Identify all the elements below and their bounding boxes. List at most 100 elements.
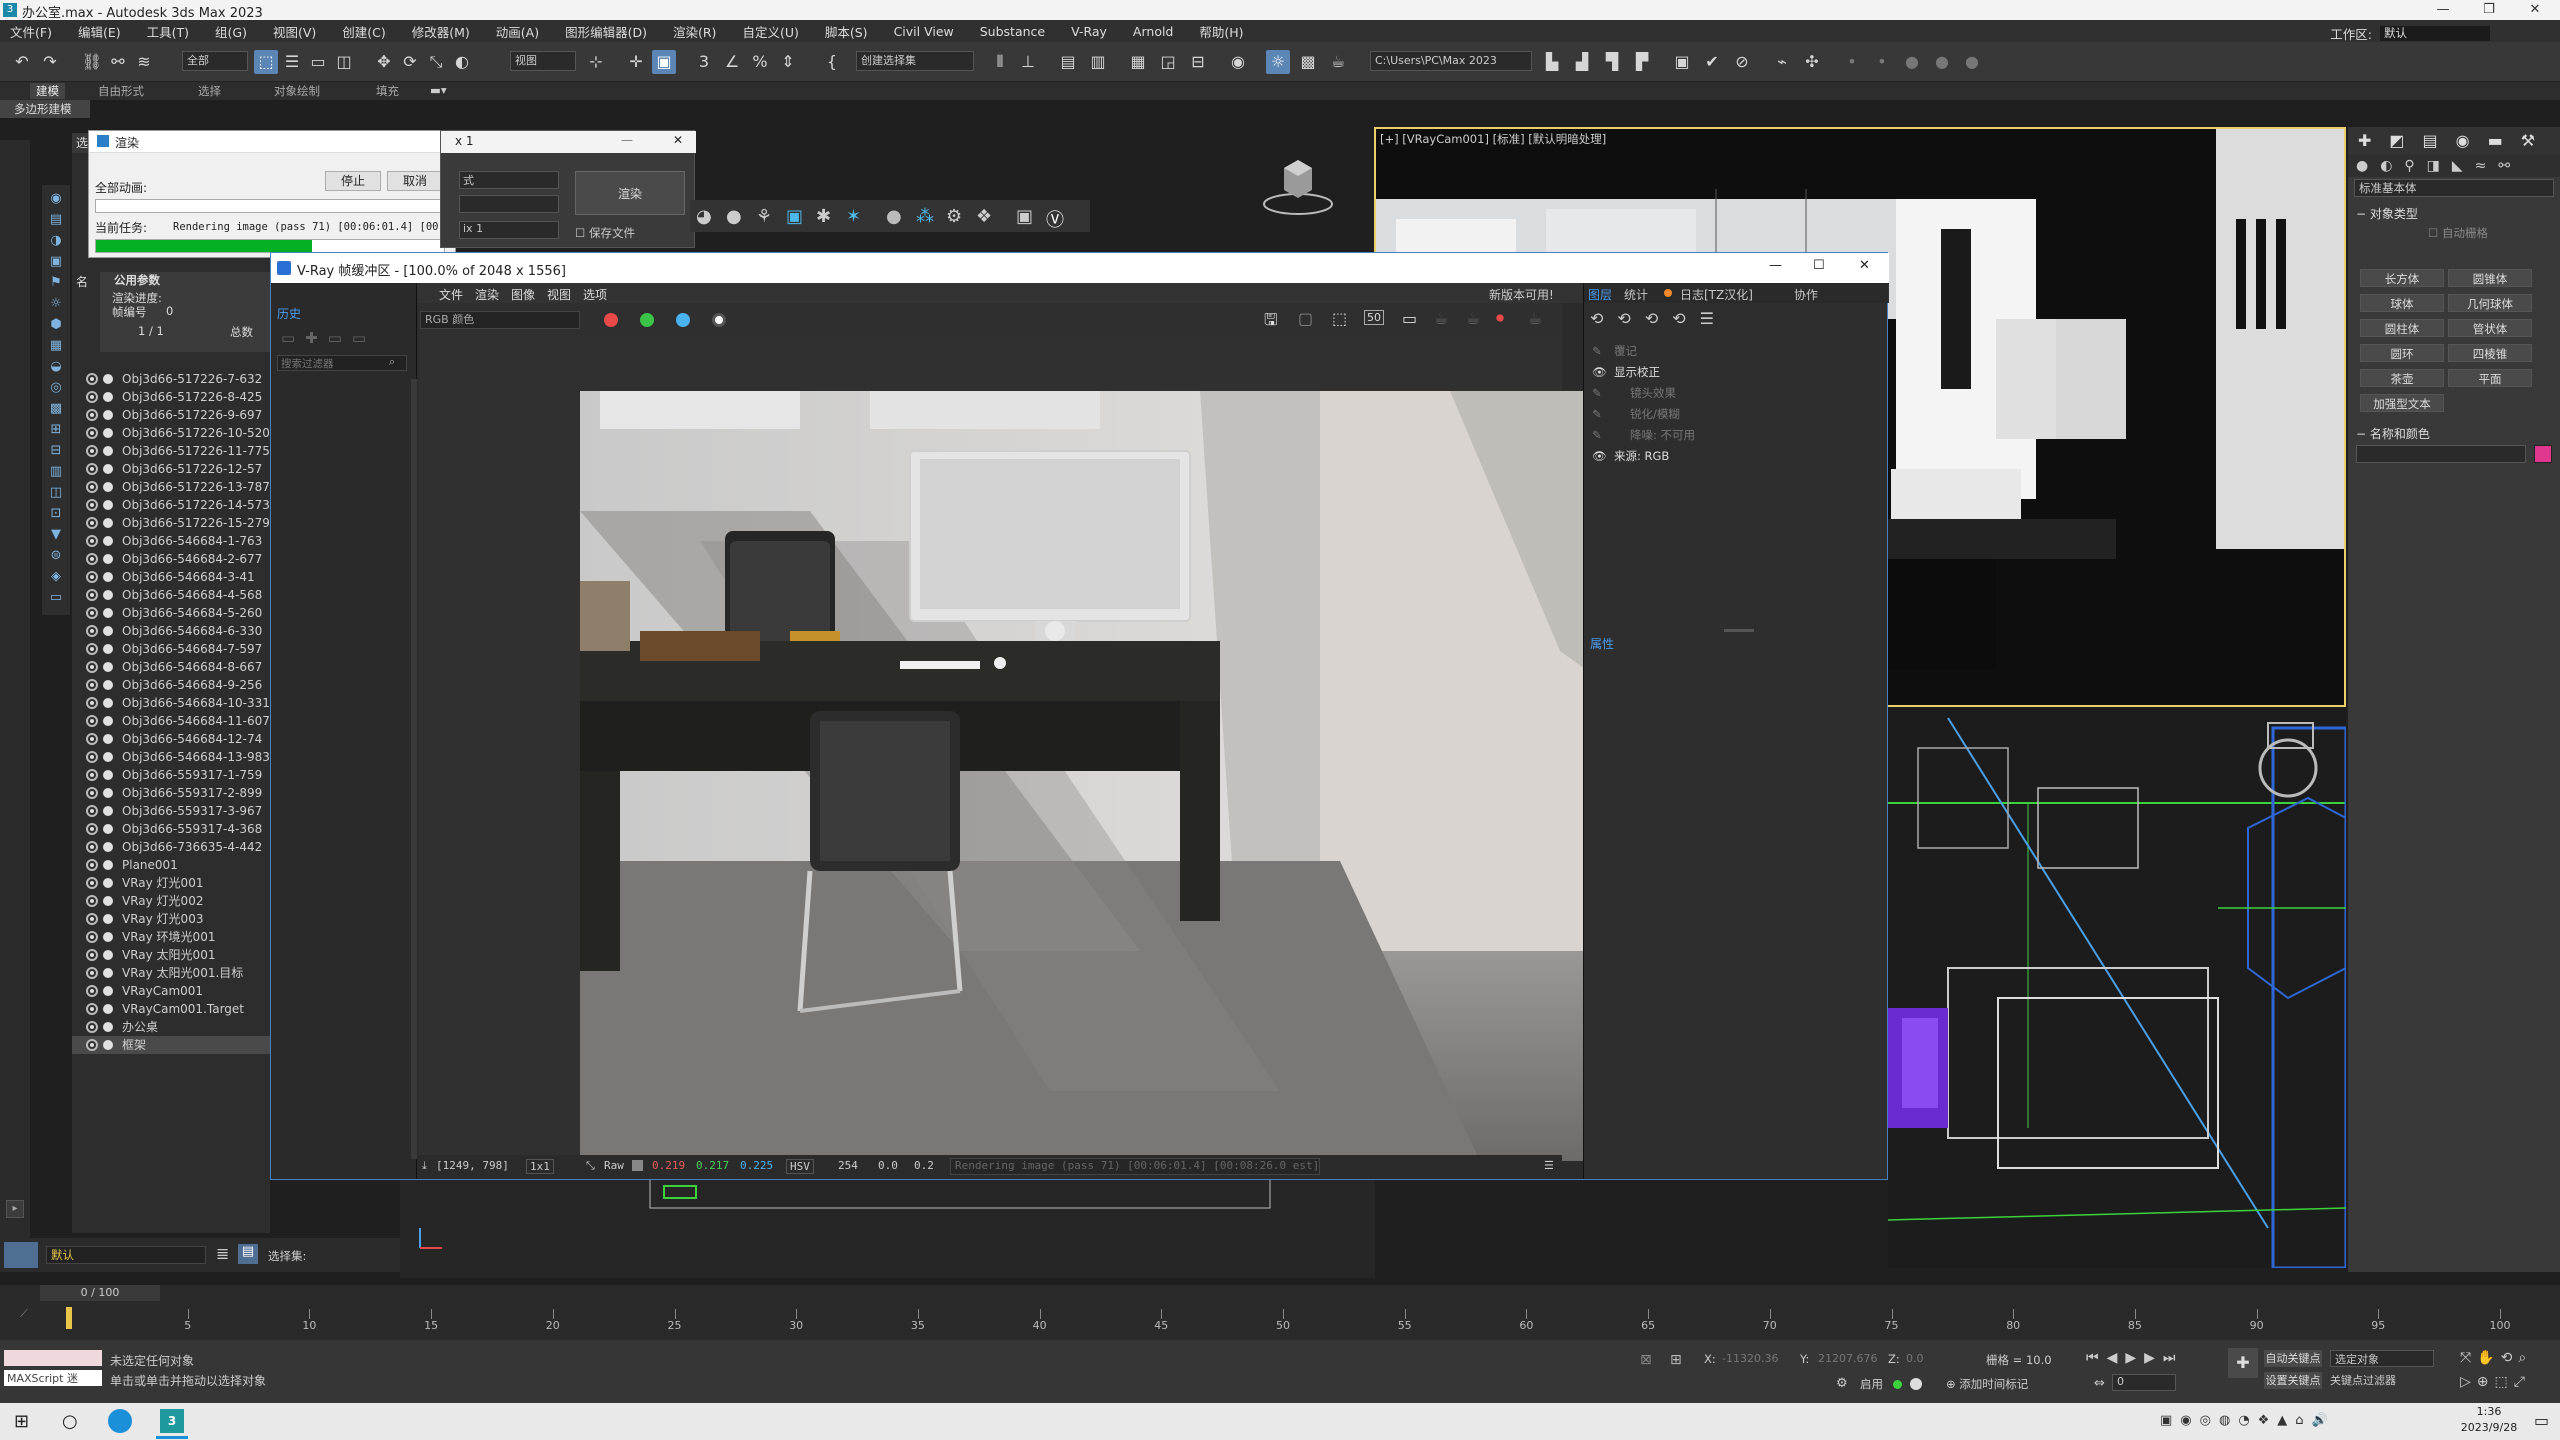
scale-icon[interactable]: ⤡ <box>424 50 448 74</box>
key-mode-icon[interactable]: ⇔ <box>2094 1376 2105 1391</box>
place-icon[interactable]: ◐ <box>450 50 474 74</box>
visibility-eye-icon[interactable] <box>86 1039 98 1051</box>
set-key-icon[interactable]: ✚ <box>2228 1348 2258 1378</box>
material-editor-icon[interactable]: ◉ <box>1226 50 1250 74</box>
menu-graph-editors[interactable]: 图形编辑器(D) <box>565 22 647 41</box>
menu-animation[interactable]: 动画(A) <box>496 22 539 41</box>
layer-visibility-icon[interactable]: ✎ <box>1592 341 1602 361</box>
tree-row[interactable]: Obj3d66-546684-9-256 <box>72 676 270 694</box>
edit-named-sets-icon[interactable]: { <box>820 50 844 74</box>
render-production-icon[interactable]: ☕ <box>1326 50 1350 74</box>
menu-arnold[interactable]: Arnold <box>1133 24 1173 39</box>
maxscript-listener[interactable] <box>4 1350 102 1366</box>
project-icon-2[interactable]: ▟ <box>1570 50 1594 74</box>
visibility-eye-icon[interactable] <box>86 553 98 565</box>
explorer-filter-icon[interactable]: ▥ <box>46 462 66 482</box>
redo-icon[interactable]: ↷ <box>38 50 62 74</box>
select-by-name-icon[interactable]: ☰ <box>280 50 304 74</box>
minimize-button[interactable]: — <box>2420 0 2466 20</box>
explorer-filter-icon[interactable]: ▼ <box>46 525 66 545</box>
tree-row[interactable]: Obj3d66-517226-11-775 <box>72 442 270 460</box>
region-render-icon[interactable]: ⬚ <box>1332 309 1347 328</box>
current-frame-field[interactable]: 0 <box>2112 1374 2176 1391</box>
tree-row[interactable]: VRay 灯光002 <box>72 892 270 910</box>
key-filters-button[interactable]: 关键点过滤器 <box>2330 1372 2434 1389</box>
pivot-icon[interactable]: ⊹ <box>584 50 608 74</box>
visibility-eye-icon[interactable] <box>86 589 98 601</box>
colorspace-dropdown[interactable]: HSV <box>786 1159 814 1174</box>
render-button[interactable]: 渲染 <box>575 171 685 215</box>
select-object-icon[interactable]: ⬚ <box>254 50 278 74</box>
layer-row[interactable]: 👁 来源: RGB <box>1584 446 1888 466</box>
tree-row[interactable]: Obj3d66-517226-8-425 <box>72 388 270 406</box>
curve-editor-icon[interactable]: ◲ <box>1156 50 1180 74</box>
tree-row[interactable]: Obj3d66-517226-15-279 <box>72 514 270 532</box>
plane-button[interactable]: 平面 <box>2448 369 2532 387</box>
explorer-filter-icon[interactable]: ⊜ <box>46 546 66 566</box>
project-path-dropdown[interactable]: C:\Users\PC\Max 2023 <box>1370 51 1532 71</box>
tree-row[interactable]: 框架 <box>72 1036 270 1054</box>
tree-row[interactable]: Obj3d66-546684-3-41 <box>72 568 270 586</box>
visibility-eye-icon[interactable] <box>86 913 98 925</box>
material-pair-icon[interactable]: ❖ <box>976 206 992 227</box>
move-icon[interactable]: ✥ <box>372 50 396 74</box>
visibility-eye-icon[interactable] <box>86 535 98 547</box>
x-coord[interactable]: -11320.36 <box>1722 1352 1794 1365</box>
tree-row[interactable]: Obj3d66-517226-10-520 <box>72 424 270 442</box>
visibility-eye-icon[interactable] <box>86 517 98 529</box>
tree-row[interactable]: Obj3d66-517226-13-787 <box>72 478 270 496</box>
render-setup-dropdown-2[interactable] <box>459 195 559 213</box>
vray-check-icon[interactable]: ✔ <box>1700 50 1724 74</box>
sphere-icon[interactable]: ● <box>726 206 742 227</box>
vray-logo-icon[interactable]: Ⓥ <box>1046 206 1064 232</box>
rect-select-region-icon[interactable]: ▭ <box>306 50 330 74</box>
tree-row[interactable]: VRayCam001.Target <box>72 1000 270 1018</box>
viewport-label[interactable]: [+] [VRayCam001] [标准] [默认明暗处理] <box>1380 131 1606 147</box>
menu-substance[interactable]: Substance <box>980 24 1045 39</box>
pyramid-button[interactable]: 四棱锥 <box>2448 344 2532 362</box>
menu-vray[interactable]: V-Ray <box>1071 24 1107 39</box>
explorer-filter-icon[interactable]: ▭ <box>46 588 66 608</box>
mirror-icon[interactable]: ⫴ <box>988 50 1012 74</box>
visibility-eye-icon[interactable] <box>86 787 98 799</box>
script-icon[interactable]: ⚙ <box>1836 1376 1848 1391</box>
isolate-icon[interactable]: ⊠ <box>1640 1352 1652 1368</box>
layer-row[interactable]: ✎ 镜头效果 <box>1584 383 1888 403</box>
pick-icon[interactable]: ⤓ <box>422 1159 427 1173</box>
viewport-nav-icons-2[interactable]: ▷⊕⬚⤢ <box>2460 1374 2531 1390</box>
tree-row[interactable]: Obj3d66-517226-12-57 <box>72 460 270 478</box>
explorer-filter-icon[interactable]: ⊟ <box>46 441 66 461</box>
visibility-eye-icon[interactable] <box>86 427 98 439</box>
rotate-icon[interactable]: ⟳ <box>398 50 422 74</box>
set-key-button[interactable]: 设置关键点 <box>2264 1372 2322 1389</box>
vfb-menu-image[interactable]: 图像 <box>511 286 535 303</box>
fur-icon[interactable]: ✶ <box>846 206 861 227</box>
visibility-eye-icon[interactable] <box>86 1021 98 1033</box>
menu-group[interactable]: 组(G) <box>215 22 247 41</box>
tab-log[interactable]: 日志[TZ汉化] <box>1680 286 1753 303</box>
time-cursor[interactable] <box>66 1307 72 1329</box>
vfb-close-button[interactable]: ✕ <box>1859 258 1870 273</box>
viewport-layout-icon[interactable] <box>4 1242 38 1268</box>
visibility-eye-icon[interactable] <box>86 841 98 853</box>
cone-button[interactable]: 圆锥体 <box>2448 269 2532 287</box>
adaptive-degradation-dot[interactable] <box>1893 1380 1902 1389</box>
link-icon[interactable]: ⛓ <box>80 50 104 74</box>
vray-save-icon[interactable]: ▣ <box>1670 50 1694 74</box>
perspective-viewport[interactable] <box>1887 708 2348 1270</box>
ribbon-tab-object-paint[interactable]: 对象绘制 <box>274 83 320 99</box>
torus-button[interactable]: 圆环 <box>2360 344 2444 362</box>
visibility-eye-icon[interactable] <box>86 877 98 889</box>
rendered-frame-window-icon[interactable]: ▩ <box>1296 50 1320 74</box>
visibility-eye-icon[interactable] <box>86 859 98 871</box>
object-name-input[interactable] <box>2356 445 2526 463</box>
stop-render-icon[interactable]: ⏺ <box>1496 308 1504 328</box>
stop-button[interactable]: 停止 <box>325 171 381 191</box>
menu-rendering[interactable]: 渲染(R) <box>673 22 716 41</box>
viewcube-icon[interactable] <box>1260 152 1336 218</box>
menu-help[interactable]: 帮助(H) <box>1199 22 1243 41</box>
menu-customize[interactable]: 自定义(U) <box>742 22 798 41</box>
mode-icon[interactable]: ⤡ <box>586 1159 595 1173</box>
named-selection-dropdown[interactable]: 创建选择集 <box>856 51 974 71</box>
select-manipulate-icon[interactable]: ✛ <box>624 50 648 74</box>
